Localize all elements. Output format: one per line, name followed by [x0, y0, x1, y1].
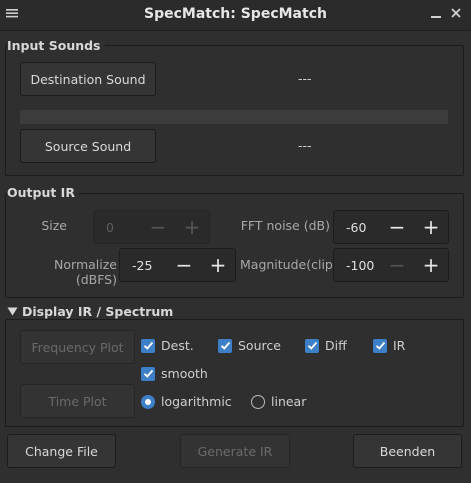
display-header[interactable]: Display IR / Spectrum [7, 304, 178, 319]
time-plot-button[interactable]: Time Plot [20, 384, 135, 418]
diff-label: Diff [325, 338, 347, 353]
triangle-down-icon [7, 304, 18, 319]
fft-noise-decrement-button[interactable]: − [380, 211, 414, 243]
magnitude-decrement-button[interactable]: − [380, 249, 414, 281]
fft-noise-increment-button[interactable]: + [414, 211, 448, 243]
destination-value: --- [298, 71, 312, 86]
size-spinbox[interactable]: 0 − + [93, 210, 210, 244]
fft-noise-value: -60 [346, 219, 367, 235]
ir-label: IR [393, 338, 406, 353]
source-checkbox-label: Source [238, 338, 281, 353]
linear-label: linear [271, 394, 307, 409]
checkmark-icon [141, 338, 155, 353]
close-icon[interactable] [448, 6, 464, 22]
ir-checkbox[interactable]: IR [373, 338, 405, 353]
normalize-spinbox[interactable]: -25 − + [119, 248, 236, 282]
logarithmic-label: logarithmic [161, 394, 232, 409]
window-title: SpecMatch: SpecMatch [144, 6, 327, 22]
fft-noise-label: FFT noise (dB) [240, 218, 330, 233]
smooth-label: smooth [161, 366, 208, 381]
size-decrement-button[interactable]: − [141, 211, 175, 243]
checkmark-icon [141, 366, 155, 381]
magnitude-value: -100 [346, 257, 375, 273]
logarithmic-radio[interactable]: logarithmic [141, 394, 232, 409]
size-label: Size [41, 218, 67, 233]
size-value: 0 [106, 219, 114, 235]
destination-sound-button[interactable]: Destination Sound [20, 62, 156, 96]
normalize-decrement-button[interactable]: − [167, 249, 201, 281]
magnitude-spinbox[interactable]: -100 − + [333, 248, 449, 282]
checkmark-icon [218, 338, 232, 353]
source-sound-button[interactable]: Source Sound [20, 129, 156, 163]
diff-checkbox[interactable]: Diff [305, 338, 347, 353]
normalize-increment-button[interactable]: + [201, 249, 235, 281]
fft-noise-spinbox[interactable]: -60 − + [333, 210, 449, 244]
source-checkbox[interactable]: Source [218, 338, 281, 353]
normalize-label: Normalize (dBFS) [54, 257, 117, 287]
linear-radio[interactable]: linear [251, 394, 306, 409]
frequency-plot-button[interactable]: Frequency Plot [20, 330, 135, 364]
source-value: --- [298, 138, 312, 153]
checkmark-icon [373, 338, 387, 353]
checkmark-icon [305, 338, 319, 353]
radio-unselected-icon [251, 394, 265, 409]
beenden-button[interactable]: Beenden [353, 434, 462, 468]
display-label: Display IR / Spectrum [22, 304, 174, 319]
size-increment-button[interactable]: + [175, 211, 209, 243]
magnitude-label: Magnitude(clip) [240, 257, 338, 272]
separator-bar [20, 110, 448, 124]
dest-checkbox[interactable]: Dest. [141, 338, 194, 353]
minimize-icon[interactable] [428, 6, 444, 22]
change-file-button[interactable]: Change File [7, 434, 116, 468]
dest-label: Dest. [161, 338, 194, 353]
radio-selected-icon [141, 394, 155, 409]
input-sounds-label: Input Sounds [7, 38, 105, 53]
magnitude-increment-button[interactable]: + [414, 249, 448, 281]
smooth-checkbox[interactable]: smooth [141, 366, 208, 381]
app-menu-icon[interactable] [4, 6, 20, 22]
output-ir-label: Output IR [7, 185, 79, 200]
generate-ir-button[interactable]: Generate IR [180, 434, 290, 468]
normalize-value: -25 [132, 257, 153, 273]
